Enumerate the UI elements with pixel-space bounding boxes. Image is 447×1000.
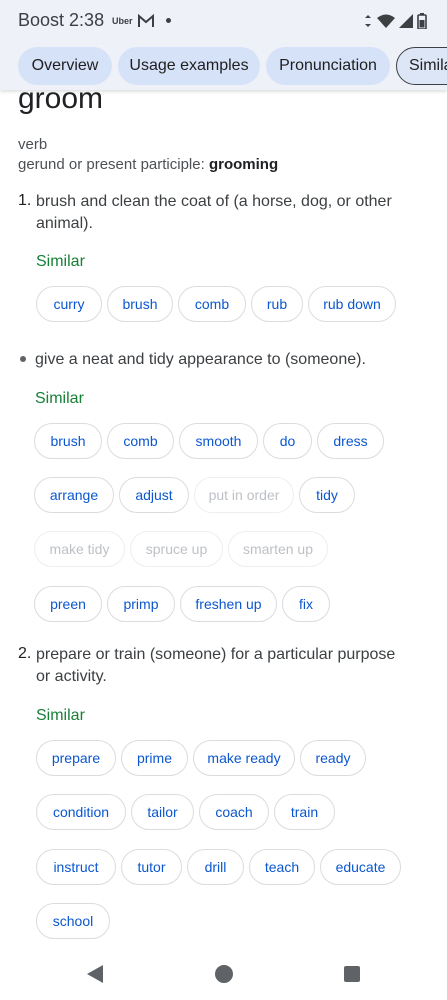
synonym-chip[interactable]: arrange xyxy=(34,477,114,513)
tab-similar[interactable]: Simila xyxy=(396,47,447,85)
synonym-chip[interactable]: rub xyxy=(251,286,303,322)
synonym-chip[interactable]: train xyxy=(274,794,335,830)
uber-notification-icon: Uber xyxy=(112,16,133,26)
synonym-chip[interactable]: make ready xyxy=(193,740,295,776)
synonym-chip[interactable]: brush xyxy=(34,423,102,459)
synonym-chip[interactable]: prepare xyxy=(36,740,116,776)
synonym-chip[interactable]: comb xyxy=(178,286,246,322)
battery-icon xyxy=(417,13,427,29)
synonym-chip[interactable]: educate xyxy=(320,849,401,885)
synonym-chip[interactable]: fix xyxy=(282,586,330,622)
synonym-chip[interactable]: adjust xyxy=(119,477,189,513)
synonym-chip[interactable]: coach xyxy=(199,794,269,830)
sense-definition: brush and clean the coat of (a horse, do… xyxy=(36,193,392,232)
synonym-chip-disabled: spruce up xyxy=(130,531,223,567)
synonym-chip[interactable]: rub down xyxy=(308,286,396,322)
part-of-speech: verb xyxy=(18,136,48,153)
vibrate-icon xyxy=(365,15,371,27)
section-tabs: Overview Usage examples Pronunciation Si… xyxy=(0,44,447,90)
synonym-chip[interactable]: instruct xyxy=(36,849,116,885)
system-navigation-bar xyxy=(0,948,447,1000)
home-icon[interactable] xyxy=(215,965,233,983)
clock: 2:38 xyxy=(69,10,105,30)
status-carrier-time: Boost 2:38 xyxy=(18,10,104,31)
similar-label: Similar xyxy=(35,390,84,407)
synonym-chip[interactable]: tutor xyxy=(121,849,182,885)
wifi-icon xyxy=(377,14,395,28)
signal-icon xyxy=(399,14,413,28)
synonym-chip[interactable]: ready xyxy=(300,740,366,776)
synonym-chip[interactable]: tailor xyxy=(131,794,194,830)
gerund-form: grooming xyxy=(208,156,279,173)
tab-usage-examples[interactable]: Usage examples xyxy=(118,47,260,85)
synonym-chip-disabled: put in order xyxy=(194,477,294,513)
synonym-chip[interactable]: comb xyxy=(107,423,174,459)
system-icons xyxy=(363,12,427,30)
sense-number: 2. xyxy=(18,645,32,662)
synonym-chip[interactable]: primp xyxy=(107,586,175,622)
tab-overview[interactable]: Overview xyxy=(18,47,112,85)
similar-label: Similar xyxy=(36,707,85,724)
gmail-icon xyxy=(138,14,154,27)
synonym-chip-disabled: make tidy xyxy=(34,531,125,567)
synonym-chip[interactable]: school xyxy=(36,903,110,939)
synonym-chip[interactable]: condition xyxy=(36,794,126,830)
synonym-chip[interactable]: teach xyxy=(249,849,315,885)
synonym-chip[interactable]: drill xyxy=(187,849,244,885)
synonym-chip-disabled: smarten up xyxy=(228,531,328,567)
synonym-chip[interactable]: dress xyxy=(317,423,384,459)
recents-icon[interactable] xyxy=(344,966,360,982)
synonym-chip[interactable]: prime xyxy=(121,740,188,776)
gerund-line: gerund or present participle: grooming xyxy=(18,156,278,173)
carrier-name: Boost xyxy=(18,10,65,30)
synonym-chip[interactable]: tidy xyxy=(299,477,355,513)
tab-pronunciation[interactable]: Pronunciation xyxy=(266,47,390,85)
definition-panel: groom verb gerund or present participle:… xyxy=(0,90,447,948)
similar-label: Similar xyxy=(36,253,85,270)
synonym-chip[interactable]: smooth xyxy=(179,423,258,459)
sense-definition: give a neat and tidy appearance to (some… xyxy=(35,351,366,368)
synonym-chip[interactable]: preen xyxy=(34,586,102,622)
synonym-chip[interactable]: brush xyxy=(107,286,173,322)
sub-sense-bullet xyxy=(20,356,26,362)
headword: groom xyxy=(18,90,104,115)
status-bar: Boost 2:38 Uber xyxy=(0,0,447,44)
sense-number: 1. xyxy=(18,192,32,209)
back-icon[interactable] xyxy=(86,964,104,984)
synonym-chip[interactable]: do xyxy=(263,423,312,459)
synonym-chip[interactable]: curry xyxy=(36,286,102,322)
notification-dot xyxy=(166,18,171,23)
sense-definition: prepare or train (someone) for a particu… xyxy=(36,646,396,685)
gerund-prefix: gerund or present participle: xyxy=(18,156,209,173)
synonym-chip[interactable]: freshen up xyxy=(180,586,277,622)
